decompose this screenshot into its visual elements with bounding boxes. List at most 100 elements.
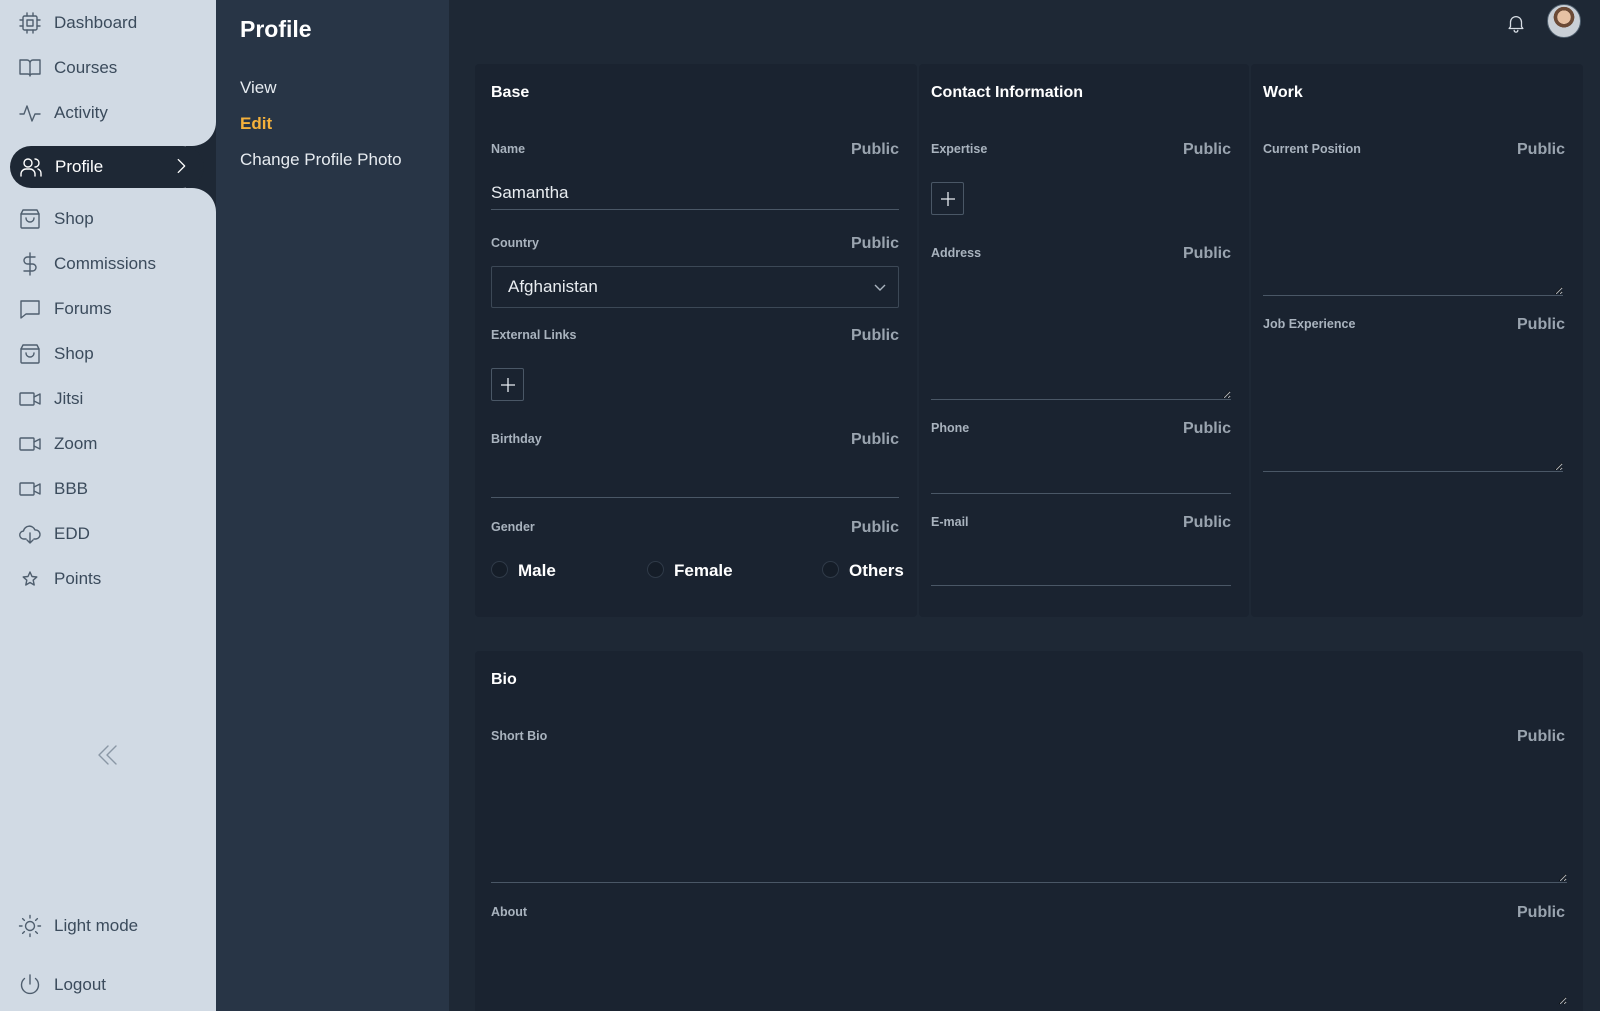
email-label: E-mail	[931, 515, 969, 529]
sidebar-item-label: Forums	[54, 299, 112, 318]
sidebar-item-activity[interactable]: Activity	[18, 100, 108, 126]
phone-input[interactable]	[931, 458, 1231, 494]
about-textarea[interactable]	[491, 935, 1567, 1005]
chat-icon	[20, 300, 40, 319]
contact-card-title: Contact Information	[931, 84, 1083, 101]
plus-icon	[501, 378, 515, 392]
short-bio-label: Short Bio	[491, 729, 548, 743]
add-external-link-button[interactable]	[491, 368, 524, 401]
name-visibility[interactable]: Public	[851, 141, 899, 159]
sidebar-item-label: EDD	[54, 524, 90, 543]
bell-icon	[1508, 16, 1524, 33]
sidebar-item-shop[interactable]: Shop	[18, 206, 94, 232]
sidebar-item-label: Shop	[54, 344, 94, 363]
about-visibility[interactable]: Public	[1517, 904, 1565, 922]
address-visibility[interactable]: Public	[1183, 245, 1231, 263]
app-root: Dashboard Courses Activity Profile Shop …	[0, 0, 1600, 1011]
work-card-title: Work	[1263, 84, 1303, 101]
current-position-visibility[interactable]: Public	[1517, 141, 1565, 159]
birthday-label: Birthday	[491, 432, 542, 446]
gender-male-radio[interactable]: Male	[491, 560, 556, 581]
sidebar-item-commissions[interactable]: Commissions	[18, 251, 156, 277]
expertise-visibility[interactable]: Public	[1183, 141, 1231, 159]
bio-card-title: Bio	[491, 671, 517, 688]
address-label: Address	[931, 246, 982, 260]
radio-circle	[491, 560, 508, 578]
short-bio-textarea[interactable]	[491, 759, 1567, 883]
birthday-input[interactable]	[491, 464, 899, 498]
radio-circle	[647, 560, 664, 578]
gender-others-label: Others	[849, 561, 904, 580]
video-icon	[19, 392, 41, 406]
collapse-sidebar-button[interactable]	[96, 743, 120, 767]
video-icon	[19, 437, 41, 451]
page-title: Profile	[240, 16, 312, 42]
contact-card: Contact Information Expertise Public Add…	[919, 64, 1249, 617]
gender-female-radio[interactable]: Female	[647, 560, 733, 581]
current-position-textarea[interactable]	[1263, 172, 1563, 296]
notifications-button[interactable]	[1505, 12, 1527, 34]
radio-circle	[822, 560, 839, 578]
star-icon	[22, 571, 38, 586]
sidebar-item-label: Points	[54, 569, 102, 588]
sidebar-item-shop-2[interactable]: Shop	[18, 341, 94, 367]
subnav-change-photo[interactable]: Change Profile Photo	[240, 150, 402, 170]
name-label: Name	[491, 142, 526, 156]
sidebar-item-bbb[interactable]: BBB	[18, 476, 88, 502]
gender-label: Gender	[491, 520, 535, 534]
job-experience-visibility[interactable]: Public	[1517, 316, 1565, 334]
country-visibility[interactable]: Public	[851, 235, 899, 253]
sidebar-item-profile[interactable]: Profile	[10, 146, 204, 188]
bio-card: Bio Short Bio Public About Public	[475, 651, 1583, 1011]
main-content: Base Name Public Country Public Afghanis…	[449, 0, 1600, 1011]
about-label: About	[491, 905, 528, 919]
sidebar-item-points[interactable]: Points	[18, 566, 101, 592]
sidebar-item-label: Courses	[54, 58, 118, 77]
external-links-visibility[interactable]: Public	[851, 327, 899, 345]
light-mode-toggle[interactable]: Light mode	[18, 913, 138, 939]
sidebar-item-zoom[interactable]: Zoom	[18, 431, 97, 457]
sidebar-item-jitsi[interactable]: Jitsi	[18, 386, 83, 412]
name-input[interactable]	[491, 176, 899, 210]
gender-visibility[interactable]: Public	[851, 519, 899, 537]
profile-subnav: Profile View Edit Change Profile Photo	[216, 0, 449, 1011]
current-position-label: Current Position	[1263, 142, 1361, 156]
activity-icon	[19, 105, 41, 122]
sidebar-item-courses[interactable]: Courses	[18, 55, 117, 81]
user-avatar[interactable]	[1547, 4, 1581, 38]
base-card: Base Name Public Country Public Afghanis…	[475, 64, 917, 617]
logout-label: Logout	[54, 975, 106, 994]
country-label: Country	[491, 236, 539, 250]
subnav-edit[interactable]: Edit	[240, 114, 272, 134]
sidebar-item-dashboard[interactable]: Dashboard	[18, 10, 137, 36]
gender-female-label: Female	[674, 561, 733, 580]
bag-icon	[20, 344, 40, 364]
sidebar-item-forums[interactable]: Forums	[18, 296, 112, 322]
book-icon	[19, 59, 41, 77]
subnav-view[interactable]: View	[240, 78, 277, 98]
gender-male-label: Male	[518, 561, 556, 580]
sidebar-item-label: Shop	[54, 209, 94, 228]
bag-icon	[20, 209, 40, 229]
chevron-down-icon	[874, 284, 886, 291]
country-select[interactable]: Afghanistan	[491, 266, 899, 308]
plus-icon	[941, 192, 955, 206]
short-bio-visibility[interactable]: Public	[1517, 728, 1565, 746]
sidebar-item-edd[interactable]: EDD	[18, 521, 90, 547]
birthday-visibility[interactable]: Public	[851, 431, 899, 449]
gender-others-radio[interactable]: Others	[822, 560, 904, 581]
users-icon	[20, 158, 42, 177]
email-input[interactable]	[931, 550, 1231, 586]
job-experience-textarea[interactable]	[1263, 348, 1563, 472]
phone-visibility[interactable]: Public	[1183, 420, 1231, 438]
email-visibility[interactable]: Public	[1183, 514, 1231, 532]
sidebar-item-label: Zoom	[54, 434, 98, 453]
sidebar: Dashboard Courses Activity Profile Shop …	[0, 0, 216, 1011]
address-textarea[interactable]	[931, 276, 1231, 400]
logout-button[interactable]: Logout	[18, 972, 106, 998]
cloud-download-icon	[19, 525, 41, 544]
add-expertise-button[interactable]	[931, 182, 964, 215]
sidebar-item-label: Commissions	[54, 254, 157, 273]
chip-icon	[19, 12, 41, 34]
sidebar-item-label: Activity	[54, 103, 108, 122]
